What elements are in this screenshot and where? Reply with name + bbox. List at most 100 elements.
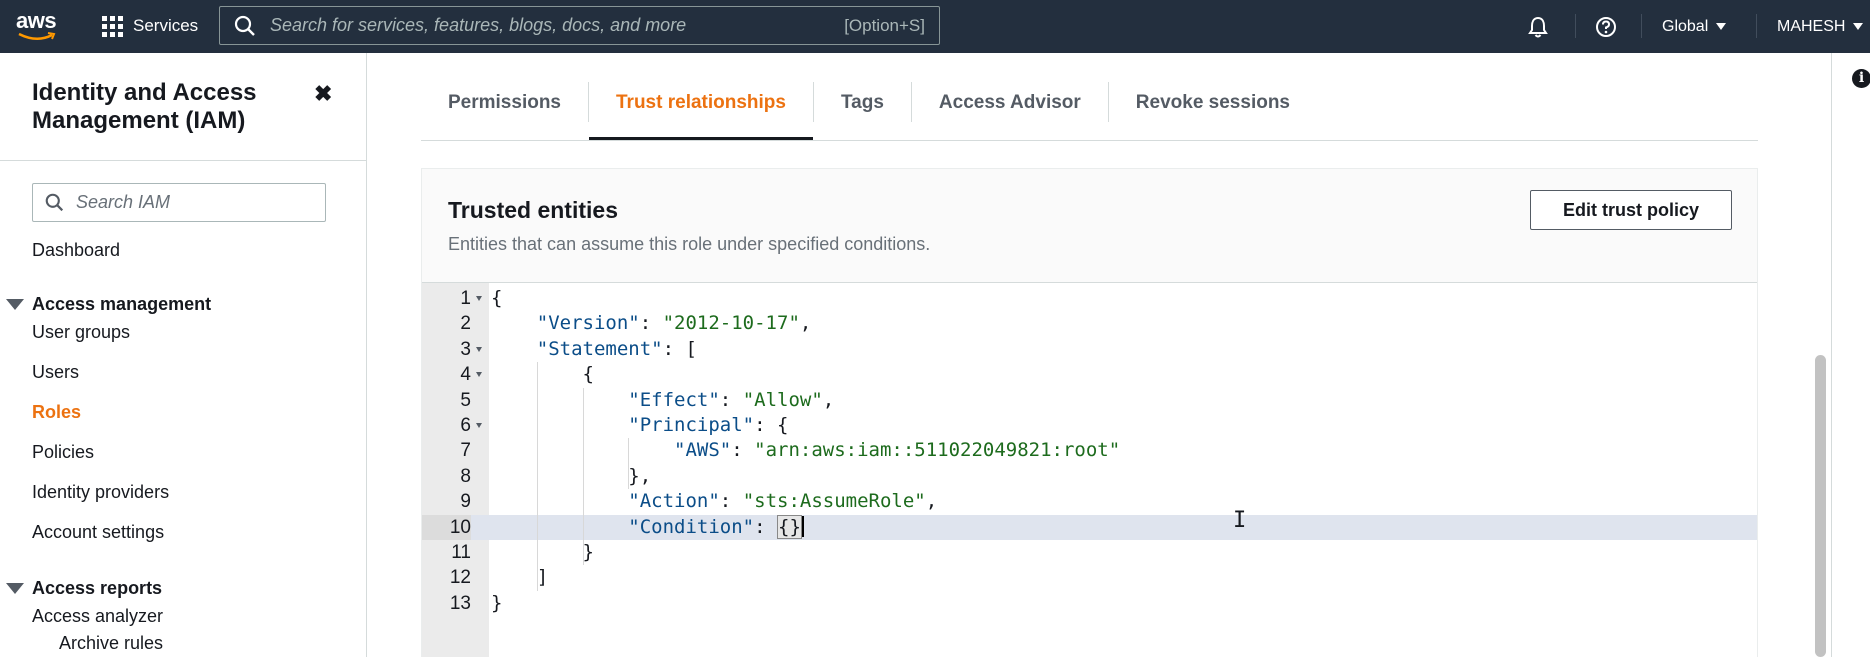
line-number: 12: [449, 567, 471, 589]
sidebar-item-archive-rules[interactable]: Archive rules: [59, 633, 163, 654]
code-line[interactable]: 7 "AWS": "arn:aws:iam::511022049821:root…: [422, 438, 1757, 463]
edit-trust-policy-button[interactable]: Edit trust policy: [1530, 190, 1732, 230]
tab-revoke-sessions[interactable]: Revoke sessions: [1109, 82, 1317, 140]
services-label: Services: [133, 16, 199, 35]
region-selector[interactable]: Global: [1662, 0, 1727, 53]
tabs-underline-rule: [421, 140, 1758, 141]
nav-divider: [1575, 14, 1576, 38]
line-number: 1: [460, 288, 471, 309]
code-text: "Version": "2012-10-17",: [536, 312, 812, 335]
panel-description: Entities that can assume this role under…: [448, 234, 931, 254]
fold-toggle-icon[interactable]: [476, 346, 482, 352]
tab-access-advisor[interactable]: Access Advisor: [912, 82, 1108, 140]
trusted-entities-panel: Trusted entities Entities that can assum…: [421, 168, 1758, 657]
sidebar-item-roles[interactable]: Roles: [32, 402, 81, 423]
tab-trust-relationships[interactable]: Trust relationships: [589, 82, 813, 140]
line-number: 7: [460, 440, 471, 462]
code-line[interactable]: 3 "Statement": [: [422, 337, 1757, 362]
info-icon[interactable]: i: [1852, 69, 1870, 88]
code-line[interactable]: 13}: [422, 591, 1757, 616]
notifications-button[interactable]: [1527, 0, 1549, 53]
code-text: {: [491, 363, 594, 386]
fold-toggle-icon[interactable]: [476, 296, 482, 301]
global-search-input[interactable]: [270, 15, 845, 36]
nav-divider: [1641, 14, 1642, 38]
code-text: "Statement": [: [536, 337, 697, 360]
search-icon: [45, 193, 64, 212]
code-text: },: [491, 464, 652, 487]
aws-smile-icon: [18, 32, 56, 40]
sidebar-item-identity-providers[interactable]: Identity providers: [32, 482, 169, 503]
line-number: 2: [460, 313, 471, 335]
sidebar-item-users[interactable]: Users: [32, 362, 79, 383]
fold-toggle-icon[interactable]: [476, 423, 482, 428]
caret-down-icon: [1716, 23, 1727, 30]
code-line[interactable]: 12 ]: [422, 565, 1757, 590]
code-line[interactable]: 8 },: [422, 464, 1757, 489]
line-number: 9: [460, 491, 471, 513]
close-icon[interactable]: ✖: [314, 81, 332, 107]
code-text: }: [491, 591, 503, 614]
sidebar-item-policies[interactable]: Policies: [32, 442, 94, 463]
code-text: "AWS": "arn:aws:iam::511022049821:root": [674, 439, 1121, 462]
code-line[interactable]: 9 "Action": "sts:AssumeRole",: [422, 489, 1757, 514]
code-text: "Action": "sts:AssumeRole",: [628, 490, 938, 513]
search-icon: [234, 15, 255, 36]
sidebar: Identity and Access Management (IAM) ✖ D…: [0, 53, 367, 657]
sidebar-divider: [0, 160, 367, 161]
code-text: {: [491, 287, 503, 309]
access-reports-section[interactable]: Access reports: [6, 578, 162, 599]
account-menu[interactable]: MAHESH: [1777, 0, 1864, 53]
code-line[interactable]: 1{: [422, 286, 1757, 311]
json-policy-editor[interactable]: 1{2 "Version": "2012-10-17", 3 "Statement…: [422, 283, 1757, 657]
nav-divider: [1756, 14, 1757, 38]
caret: [801, 515, 804, 537]
role-tabs: Permissions Trust relationships Tags Acc…: [421, 82, 1317, 140]
aws-logo-text: aws: [16, 8, 57, 33]
tab-permissions[interactable]: Permissions: [421, 82, 588, 140]
sidebar-item-access-analyzer[interactable]: Access analyzer: [32, 606, 163, 627]
code-line[interactable]: 4 {: [422, 362, 1757, 387]
sidebar-item-account-settings[interactable]: Account settings: [32, 522, 164, 543]
sidebar-title: Identity and Access Management (IAM): [32, 79, 257, 134]
sidebar-item-user-groups[interactable]: User groups: [32, 322, 130, 343]
code-line[interactable]: 5 "Effect": "Allow",: [422, 388, 1757, 413]
code-line[interactable]: 6 "Principal": {: [422, 413, 1757, 438]
help-icon: [1596, 16, 1616, 37]
top-nav: aws Services [Option+S] Glo: [0, 0, 1870, 53]
region-label: Global: [1662, 17, 1709, 35]
help-panel-rail: i: [1831, 53, 1870, 657]
aws-logo[interactable]: aws: [16, 8, 60, 44]
indent-guide: [628, 438, 630, 490]
code-text: "Principal": {: [628, 414, 789, 436]
grid-icon: [102, 15, 123, 37]
global-search[interactable]: [Option+S]: [219, 6, 940, 45]
line-number: 4: [460, 364, 471, 386]
search-shortcut-hint: [Option+S]: [844, 15, 925, 35]
iam-search-input[interactable]: [76, 192, 306, 213]
code-line[interactable]: 11 }: [422, 540, 1757, 565]
line-number: 10: [422, 514, 471, 540]
code-text: "Effect": "Allow",: [628, 388, 835, 411]
caret-down-icon: [1853, 23, 1864, 30]
fold-toggle-icon[interactable]: [476, 372, 482, 378]
code-text: ]: [491, 566, 549, 589]
line-number: 3: [460, 338, 471, 360]
code-text: }: [491, 541, 594, 563]
account-name: MAHESH: [1777, 17, 1846, 35]
tab-tags[interactable]: Tags: [814, 82, 911, 140]
line-number: 11: [451, 542, 471, 563]
scrollbar-thumb[interactable]: [1815, 355, 1826, 657]
code-line[interactable]: 2 "Version": "2012-10-17",: [422, 311, 1757, 336]
access-management-section[interactable]: Access management: [6, 294, 211, 315]
help-button[interactable]: [1595, 0, 1617, 53]
bell-icon: [1528, 16, 1548, 37]
section-heading: Access reports: [32, 578, 163, 598]
iam-search[interactable]: [32, 183, 326, 222]
sidebar-item-dashboard[interactable]: Dashboard: [32, 240, 120, 261]
section-heading: Access management: [32, 294, 212, 314]
code-line[interactable]: 10 "Condition": {}: [422, 514, 1757, 540]
indent-guide: [536, 362, 538, 591]
line-number: 6: [460, 415, 471, 436]
services-menu-button[interactable]: Services: [102, 12, 198, 40]
